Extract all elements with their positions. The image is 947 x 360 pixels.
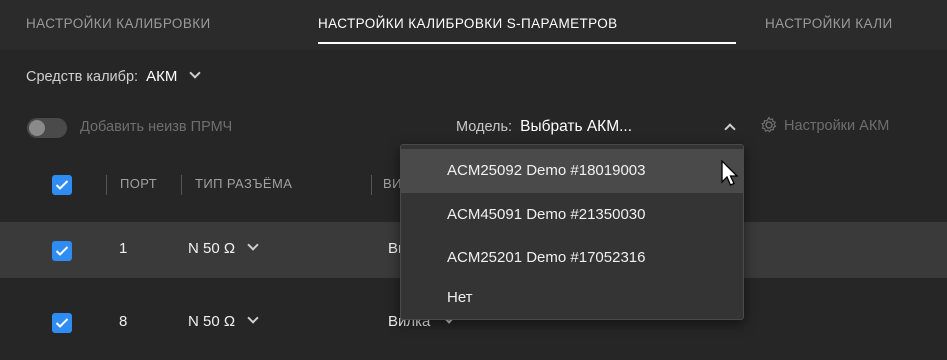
toggle-knob (29, 120, 45, 136)
akm-settings-label: Настройки АКМ (784, 118, 890, 134)
tab-bar: НАСТРОЙКИ КАЛИБРОВКИ НАСТРОЙКИ КАЛИБРОВК… (0, 0, 947, 50)
check-icon (55, 318, 69, 328)
connector-type-value: N 50 Ω (188, 240, 236, 257)
port-number: 1 (119, 240, 128, 257)
calibration-source-value: АКМ (146, 68, 178, 85)
select-all-checkbox[interactable] (52, 175, 72, 195)
check-icon (55, 246, 69, 256)
column-separator (371, 175, 372, 195)
tab-s-parameter-calibration-settings[interactable]: НАСТРОЙКИ КАЛИБРОВКИ S-ПАРАМЕТРОВ (318, 16, 618, 31)
dropdown-option[interactable]: Нет (401, 276, 743, 320)
model-dropdown-menu: ACM25092 Demo #18019003 ACM45091 Demo #2… (400, 144, 744, 320)
dropdown-option[interactable]: ACM25092 Demo #18019003 (401, 149, 743, 193)
connector-type-select[interactable]: N 50 Ω (188, 312, 259, 330)
row-checkbox[interactable] (52, 241, 72, 261)
calibration-source-label: Средств калибр: (26, 69, 139, 85)
column-separator (181, 175, 182, 195)
column-header-gender: ВИ (383, 176, 402, 191)
akm-settings-button[interactable]: Настройки АКМ (760, 116, 889, 134)
model-value: Выбрать АКМ... (520, 118, 633, 135)
gear-icon (761, 116, 777, 133)
model-select[interactable]: Модель: Выбрать АКМ... (456, 118, 632, 136)
dropdown-option[interactable]: ACM45091 Demo #21350030 (401, 193, 743, 237)
chevron-up-icon[interactable] (724, 123, 736, 135)
row-checkbox[interactable] (52, 313, 72, 333)
mouse-cursor-icon (721, 160, 739, 186)
add-unknown-thru-toggle[interactable] (27, 118, 67, 138)
check-icon (55, 180, 69, 190)
add-unknown-thru-label: Добавить неизв ПРМЧ (80, 119, 233, 135)
column-separator (106, 175, 107, 195)
chevron-down-icon (189, 67, 202, 79)
column-header-port: ПОРТ (120, 176, 158, 191)
calibration-source-select[interactable]: Средств калибр: АКМ (26, 67, 202, 85)
chevron-down-icon (247, 239, 259, 251)
active-tab-indicator (318, 42, 736, 44)
dropdown-option[interactable]: ACM25201 Demo #17052316 (401, 236, 743, 280)
tab-calibration-settings[interactable]: НАСТРОЙКИ КАЛИБРОВКИ (26, 16, 211, 31)
model-label: Модель: (456, 119, 513, 135)
tab-calibration-settings-more[interactable]: НАСТРОЙКИ КАЛИ (765, 16, 893, 31)
connector-type-value: N 50 Ω (188, 313, 236, 330)
connector-type-select[interactable]: N 50 Ω (188, 239, 259, 257)
chevron-down-icon (247, 312, 259, 324)
column-header-connector-type: ТИП РАЗЪЁМА (195, 176, 293, 191)
port-number: 8 (119, 313, 128, 330)
